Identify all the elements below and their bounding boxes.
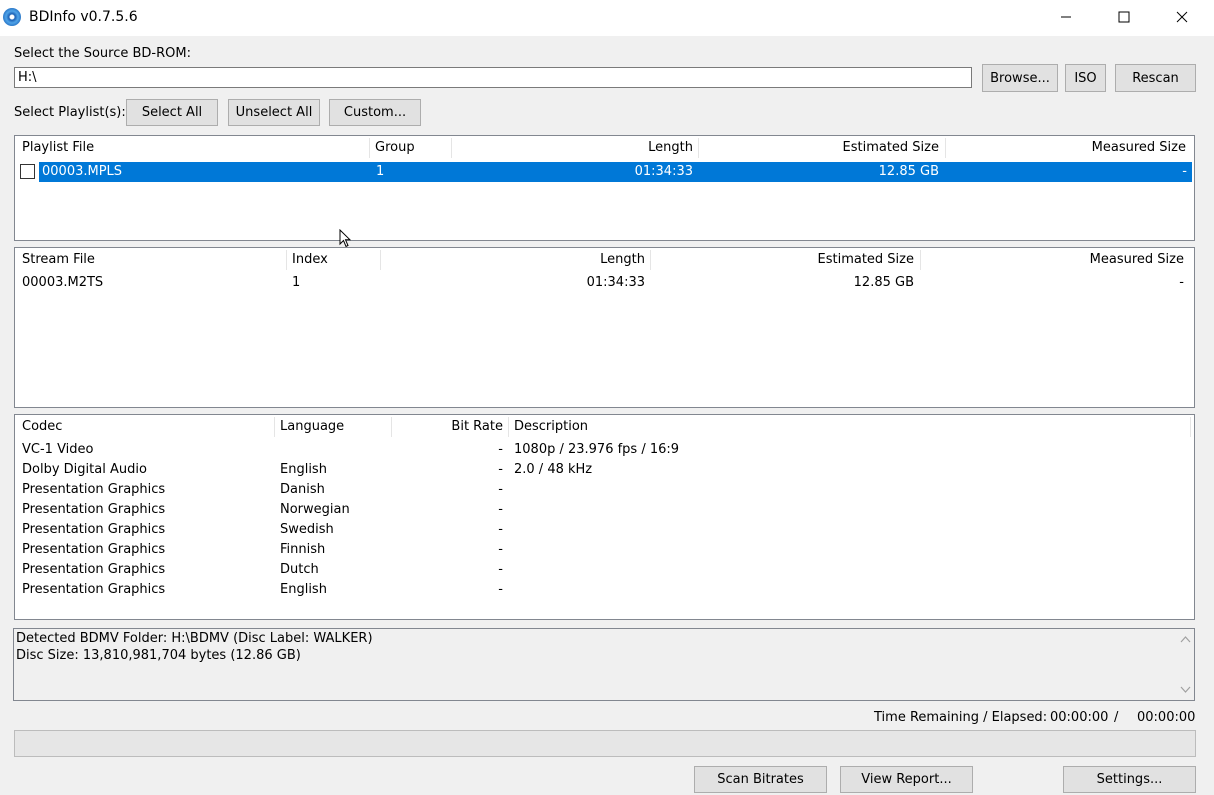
column-header-codec[interactable]: Codec (22, 415, 62, 439)
column-header-measured-size[interactable]: Measured Size (925, 248, 1184, 272)
codec-name: Presentation Graphics (22, 562, 166, 577)
codec-row[interactable]: VC-1 Video - 1080p / 23.976 fps / 16:9 (15, 440, 1194, 460)
scan-progress-bar (14, 730, 1196, 757)
column-header-measured-size[interactable]: Measured Size (950, 136, 1186, 160)
log-line: Detected BDMV Folder: H:\BDMV (Disc Labe… (16, 631, 373, 646)
playlist-length: 01:34:33 (634, 164, 693, 179)
window-title: BDInfo v0.7.5.6 (29, 9, 138, 25)
codec-list[interactable]: Codec Language Bit Rate Description VC-1… (14, 414, 1195, 620)
playlist-list[interactable]: Playlist File Group Length Estimated Siz… (14, 135, 1195, 241)
time-remaining-label: Time Remaining / Elapsed: (874, 710, 1048, 725)
column-header-estimated-size[interactable]: Estimated Size (655, 248, 915, 272)
codec-name: VC-1 Video (22, 442, 94, 457)
codec-language: Dutch (280, 562, 319, 577)
log-line: Disc Size: 13,810,981,704 bytes (12.86 G… (16, 648, 301, 663)
codec-row[interactable]: Presentation Graphics Norwegian - (15, 500, 1194, 520)
column-header-description[interactable]: Description (514, 415, 588, 439)
codec-bitrate: - (498, 502, 503, 517)
codec-language: Danish (280, 482, 325, 497)
unselect-all-button[interactable]: Unselect All (228, 99, 320, 126)
column-header-bit-rate[interactable]: Bit Rate (395, 415, 503, 439)
settings-button[interactable]: Settings... (1063, 766, 1196, 793)
column-header-playlist-file[interactable]: Playlist File (22, 136, 94, 160)
codec-row[interactable]: Presentation Graphics Danish - (15, 480, 1194, 500)
playlist-checkbox[interactable] (20, 164, 35, 179)
codec-language: English (280, 462, 327, 477)
rescan-button[interactable]: Rescan (1115, 64, 1196, 92)
scroll-up-icon[interactable] (1180, 635, 1191, 643)
codec-row[interactable]: Presentation Graphics English - (15, 580, 1194, 600)
time-separator: / (1114, 710, 1119, 725)
playlist-row[interactable]: 00003.MPLS 1 01:34:33 12.85 GB - (15, 162, 1194, 182)
codec-bitrate: - (498, 562, 503, 577)
mouse-cursor-icon (339, 229, 351, 248)
close-button[interactable] (1153, 0, 1211, 34)
select-playlists-label: Select Playlist(s): (14, 105, 126, 120)
maximize-button[interactable] (1095, 0, 1153, 34)
select-all-button[interactable]: Select All (126, 99, 218, 126)
log-scrollbar[interactable] (1177, 629, 1194, 700)
codec-bitrate: - (498, 542, 503, 557)
codec-bitrate: - (498, 482, 503, 497)
time-remaining-value: 00:00:00 (1050, 710, 1109, 725)
codec-language: Swedish (280, 522, 334, 537)
codec-name: Presentation Graphics (22, 582, 166, 597)
scan-bitrates-button[interactable]: Scan Bitrates (694, 766, 827, 793)
codec-name: Presentation Graphics (22, 522, 166, 537)
source-path-input[interactable]: H:\ (14, 67, 972, 88)
stream-row[interactable]: 00003.M2TS 1 01:34:33 12.85 GB - (15, 273, 1194, 293)
codec-bitrate: - (498, 522, 503, 537)
stream-list[interactable]: Stream File Index Length Estimated Size … (14, 247, 1195, 408)
codec-name: Presentation Graphics (22, 502, 166, 517)
scroll-down-icon[interactable] (1180, 686, 1191, 694)
codec-row[interactable]: Dolby Digital Audio English - 2.0 / 48 k… (15, 460, 1194, 480)
view-report-button[interactable]: View Report... (840, 766, 973, 793)
playlist-group: 1 (376, 164, 385, 179)
codec-description: 1080p / 23.976 fps / 16:9 (514, 442, 680, 457)
column-header-length[interactable]: Length (455, 136, 693, 160)
codec-row[interactable]: Presentation Graphics Swedish - (15, 520, 1194, 540)
column-header-index[interactable]: Index (292, 248, 328, 272)
scan-log[interactable]: Detected BDMV Folder: H:\BDMV (Disc Labe… (13, 628, 1195, 701)
codec-name: Presentation Graphics (22, 542, 166, 557)
codec-name: Dolby Digital Audio (22, 462, 147, 477)
maximize-icon (1118, 11, 1130, 23)
stream-estimated-size: 12.85 GB (853, 275, 914, 290)
codec-language: English (280, 582, 327, 597)
minimize-button[interactable] (1037, 0, 1095, 34)
codec-name: Presentation Graphics (22, 482, 166, 497)
column-header-estimated-size[interactable]: Estimated Size (705, 136, 940, 160)
custom-button[interactable]: Custom... (329, 99, 421, 126)
close-icon (1176, 11, 1188, 23)
stream-file: 00003.M2TS (22, 275, 104, 290)
stream-index: 1 (292, 275, 301, 290)
stream-length: 01:34:33 (586, 275, 645, 290)
codec-bitrate: - (498, 442, 503, 457)
time-elapsed-value: 00:00:00 (1137, 710, 1196, 725)
playlist-header: Playlist File Group Length Estimated Siz… (15, 136, 1194, 160)
codec-header: Codec Language Bit Rate Description (15, 415, 1194, 439)
browse-button[interactable]: Browse... (982, 64, 1058, 92)
column-header-stream-file[interactable]: Stream File (22, 248, 95, 272)
playlist-measured-size: - (1182, 164, 1187, 179)
column-header-length[interactable]: Length (385, 248, 645, 272)
codec-language: Finnish (280, 542, 326, 557)
codec-bitrate: - (498, 582, 503, 597)
playlist-file: 00003.MPLS (42, 164, 123, 179)
codec-language: Norwegian (280, 502, 350, 517)
playlist-estimated-size: 12.85 GB (878, 164, 939, 179)
minimize-icon (1061, 16, 1071, 18)
column-header-group[interactable]: Group (375, 136, 415, 160)
stream-header: Stream File Index Length Estimated Size … (15, 248, 1194, 272)
codec-bitrate: - (498, 462, 503, 477)
source-label: Select the Source BD-ROM: (14, 46, 191, 61)
codec-row[interactable]: Presentation Graphics Finnish - (15, 540, 1194, 560)
codec-row[interactable]: Presentation Graphics Dutch - (15, 560, 1194, 580)
bdinfo-disc-icon (3, 8, 21, 26)
codec-description: 2.0 / 48 kHz (514, 462, 593, 477)
stream-measured-size: - (1179, 275, 1184, 290)
iso-button[interactable]: ISO (1065, 64, 1106, 92)
title-bar (0, 0, 1214, 36)
column-header-language[interactable]: Language (280, 415, 344, 439)
